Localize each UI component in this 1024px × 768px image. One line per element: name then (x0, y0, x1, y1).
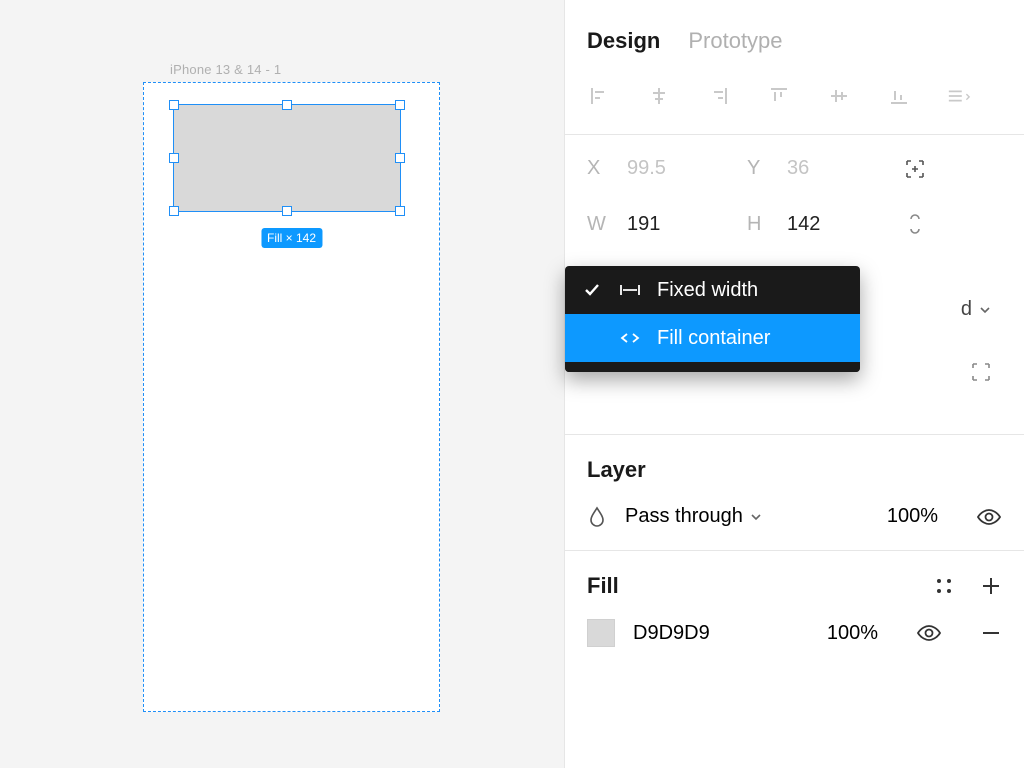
check-icon (581, 281, 603, 299)
w-value[interactable]: 191 (627, 213, 747, 236)
h-value[interactable]: 142 (787, 213, 887, 236)
canvas[interactable]: iPhone 13 & 14 - 1 Fill × 142 (0, 0, 564, 768)
horizontal-resize-select[interactable]: d (961, 298, 992, 321)
align-right-icon[interactable] (707, 84, 731, 108)
x-value[interactable]: 99.5 (627, 157, 747, 180)
y-value[interactable]: 36 (787, 157, 887, 180)
h-label: H (747, 213, 787, 236)
frame-properties-section: X 99.5 Y 36 W 191 H 142 d (565, 135, 1024, 435)
resize-handle-bm[interactable] (282, 206, 292, 216)
align-vcenter-icon[interactable] (827, 84, 851, 108)
layer-section: Layer Pass through 100% (565, 435, 1024, 551)
tab-prototype[interactable]: Prototype (688, 28, 782, 54)
align-to-pixel-icon[interactable] (887, 158, 943, 180)
fixed-width-icon (617, 283, 643, 297)
layer-opacity-value[interactable]: 100% (848, 505, 938, 528)
resize-handle-mr[interactable] (395, 153, 405, 163)
panel-tabs: Design Prototype (565, 0, 1024, 74)
fill-section: Fill D9D9D9 100% (565, 551, 1024, 669)
layer-section-title: Layer (587, 457, 1002, 483)
chevron-down-icon (749, 510, 763, 524)
resize-handle-bl[interactable] (169, 206, 179, 216)
x-label: X (587, 157, 627, 180)
distribute-icon[interactable] (947, 84, 971, 108)
blend-mode-select[interactable]: Pass through (625, 505, 830, 528)
align-hcenter-icon[interactable] (647, 84, 671, 108)
resize-handle-br[interactable] (395, 206, 405, 216)
constrain-proportions-icon[interactable] (887, 212, 943, 236)
resize-handle-tl[interactable] (169, 100, 179, 110)
fill-color-swatch[interactable] (587, 619, 615, 647)
align-bottom-icon[interactable] (887, 84, 911, 108)
resize-mode-dropdown: Fixed width Fill container (565, 266, 860, 372)
w-label: W (587, 213, 627, 236)
fill-styles-icon[interactable] (934, 576, 954, 596)
position-grid: X 99.5 Y 36 W 191 H 142 (587, 157, 1002, 236)
align-top-icon[interactable] (767, 84, 791, 108)
fill-opacity-value[interactable]: 100% (788, 622, 878, 645)
fill-visibility-icon[interactable] (916, 624, 942, 642)
selection-size-badge: Fill × 142 (261, 228, 322, 248)
remove-fill-icon[interactable] (980, 622, 1002, 644)
chevron-down-icon (978, 303, 992, 317)
tab-design[interactable]: Design (587, 28, 660, 54)
align-left-icon[interactable] (587, 84, 611, 108)
dropdown-option-fixed-width[interactable]: Fixed width (565, 266, 860, 314)
dropdown-option-fill-container[interactable]: Fill container (565, 314, 860, 362)
visibility-toggle-icon[interactable] (976, 508, 1002, 526)
dropdown-fill-label: Fill container (657, 327, 770, 350)
frame-iphone[interactable]: Fill × 142 (143, 82, 440, 712)
selected-rectangle[interactable] (173, 104, 401, 212)
y-label: Y (747, 157, 787, 180)
fill-section-title: Fill (587, 573, 619, 599)
blend-mode-icon[interactable] (587, 506, 607, 528)
horizontal-resize-value-fragment: d (961, 298, 972, 321)
fill-container-icon (617, 331, 643, 345)
resize-handle-tr[interactable] (395, 100, 405, 110)
clip-content-icon[interactable] (970, 361, 992, 383)
fill-hex-value[interactable]: D9D9D9 (633, 622, 770, 645)
resize-handle-ml[interactable] (169, 153, 179, 163)
resize-handle-tm[interactable] (282, 100, 292, 110)
add-fill-icon[interactable] (980, 575, 1002, 597)
frame-label[interactable]: iPhone 13 & 14 - 1 (170, 62, 281, 77)
dropdown-fixed-label: Fixed width (657, 279, 758, 302)
alignment-toolbar (565, 74, 1024, 135)
inspector-panel: Design Prototype (564, 0, 1024, 768)
blend-mode-value: Pass through (625, 505, 743, 528)
